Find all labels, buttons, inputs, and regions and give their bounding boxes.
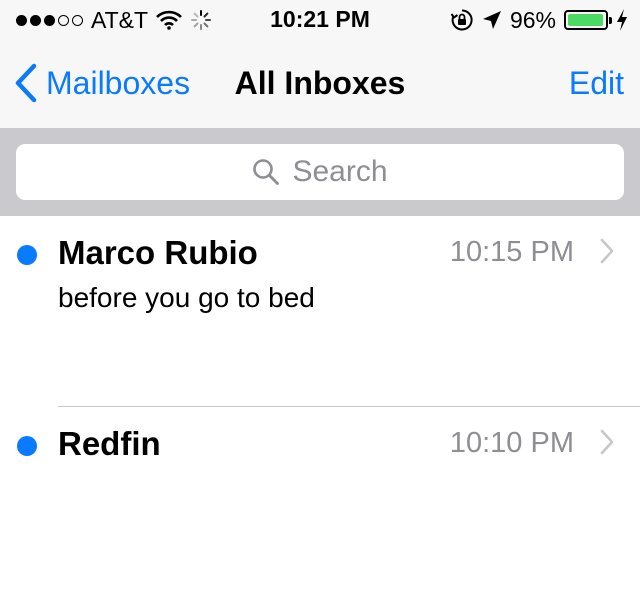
rotation-lock-icon: [450, 9, 473, 31]
message-preview: before you go to bed: [58, 282, 315, 313]
status-bar: AT&T 10:21 PM 96%: [0, 0, 640, 40]
disclosure-chevron-icon: [600, 238, 614, 264]
message-time: 10:15 PM: [449, 236, 574, 268]
edit-button[interactable]: Edit: [569, 60, 624, 106]
message-sender: Marco Rubio: [58, 234, 258, 271]
location-arrow-icon: [482, 11, 501, 29]
search-icon: [253, 159, 280, 185]
battery-icon: [564, 10, 612, 30]
navigation-bar: Mailboxes All Inboxes Edit: [0, 40, 640, 128]
page-title: All Inboxes: [234, 65, 406, 101]
battery-percent: 96%: [509, 6, 556, 33]
disclosure-chevron-icon: [600, 429, 614, 455]
search-input[interactable]: Search: [16, 144, 624, 200]
unread-indicator: [17, 436, 37, 456]
unread-indicator: [17, 245, 37, 265]
message-sender: Redfin: [58, 425, 161, 462]
search-bar-container: Search: [0, 128, 640, 216]
battery-level: [568, 14, 603, 26]
status-right: 96%: [450, 6, 628, 34]
search-placeholder: Search: [292, 155, 388, 188]
message-row[interactable]: Marco Rubio 10:15 PM before you go to be…: [0, 216, 640, 406]
message-row[interactable]: Redfin 10:10 PM: [0, 407, 640, 597]
charging-bolt-icon: [617, 9, 627, 31]
message-time: 10:10 PM: [449, 427, 574, 459]
battery-cap: [609, 17, 612, 24]
